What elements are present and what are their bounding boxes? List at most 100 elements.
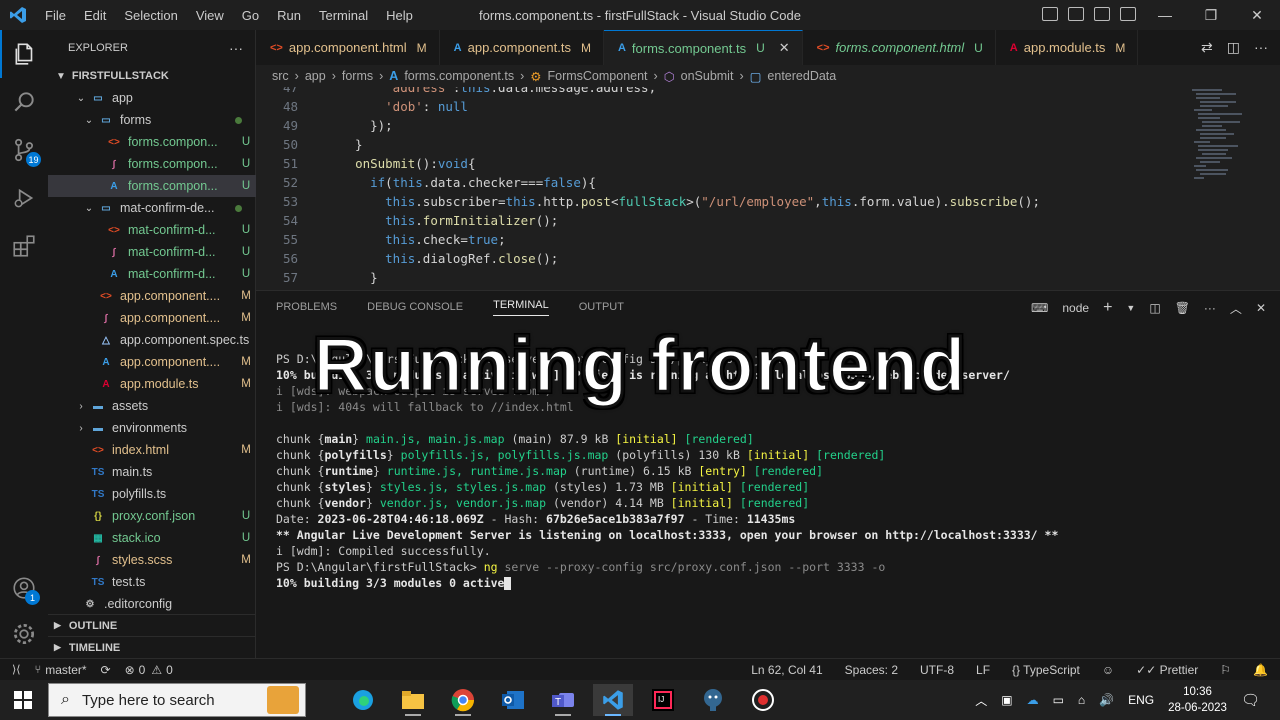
code-line[interactable]: onSubmit():void{ xyxy=(340,156,475,171)
onedrive-icon[interactable]: ☁ xyxy=(1027,693,1039,707)
notifications-icon[interactable]: 🗨 xyxy=(1241,691,1260,709)
code-line[interactable]: } xyxy=(340,270,378,285)
remote-icon[interactable]: ⟩⟨ xyxy=(12,663,21,676)
breadcrumb-item[interactable]: onSubmit xyxy=(681,69,734,83)
source-control-icon[interactable]: 19 xyxy=(0,126,48,174)
editor-tab[interactable]: <> app.component.html M xyxy=(256,30,440,65)
more-actions-icon[interactable]: ··· xyxy=(1254,39,1268,56)
file-tree-item[interactable]: ∫ app.component.... M xyxy=(48,307,256,329)
file-tree-item[interactable]: <> index.html M xyxy=(48,439,256,461)
breadcrumb-item[interactable]: FormsComponent xyxy=(547,69,647,83)
file-tree-item[interactable]: › ▬ environments xyxy=(48,417,256,439)
file-tree-item[interactable]: › ▬ assets xyxy=(48,395,256,417)
breadcrumb-item[interactable]: forms xyxy=(342,69,373,83)
file-tree-item[interactable]: ⌄ ▭ forms xyxy=(48,109,256,131)
minimize-icon[interactable]: — xyxy=(1142,7,1188,23)
trash-icon[interactable]: 🗑 xyxy=(1175,301,1190,315)
split-editor-icon[interactable]: ◫ xyxy=(1227,39,1240,56)
file-tree-item[interactable]: TS main.ts xyxy=(48,461,256,483)
code-line[interactable]: 'address':this.data.message.address, xyxy=(340,87,656,95)
outline-section[interactable]: ▶ OUTLINE xyxy=(48,614,256,636)
manage-gear-icon[interactable] xyxy=(0,610,48,658)
cursor-position[interactable]: Ln 62, Col 41 xyxy=(751,663,822,677)
tab-problems[interactable]: PROBLEMS xyxy=(276,301,337,313)
tab-debug-console[interactable]: DEBUG CONSOLE xyxy=(367,301,463,313)
extensions-icon[interactable] xyxy=(0,222,48,270)
breadcrumb-item[interactable]: enteredData xyxy=(767,69,836,83)
tray-app-icon[interactable]: ▣ xyxy=(1001,693,1012,707)
restore-icon[interactable]: ❐ xyxy=(1188,7,1234,24)
intellij-icon[interactable]: IJ xyxy=(643,684,683,716)
file-tree-item[interactable]: ⚙ .editorconfig xyxy=(48,593,256,615)
account-icon[interactable]: 1 xyxy=(0,564,48,612)
toggle-secondary-sidebar-icon[interactable] xyxy=(1094,7,1110,21)
indentation[interactable]: Spaces: 2 xyxy=(845,663,898,677)
clock[interactable]: 10:36 28-06-2023 xyxy=(1168,684,1227,716)
file-tree-item[interactable]: <> mat-confirm-d... U xyxy=(48,219,256,241)
close-window-icon[interactable]: ✕ xyxy=(1234,7,1280,24)
menu-run[interactable]: Run xyxy=(268,8,310,23)
maximize-panel-icon[interactable]: ︿ xyxy=(1230,300,1242,317)
file-tree-item[interactable]: ∫ forms.compon... U xyxy=(48,153,256,175)
file-tree-item[interactable]: ⌄ ▭ mat-confirm-de... xyxy=(48,197,256,219)
copilot-icon[interactable]: ☺ xyxy=(1102,663,1114,677)
menu-edit[interactable]: Edit xyxy=(75,8,115,23)
project-section-header[interactable]: ▼ FIRSTFULLSTACK xyxy=(48,65,255,87)
customize-layout-icon[interactable] xyxy=(1120,7,1136,21)
errors-count[interactable]: 0 xyxy=(139,663,146,677)
feedback-icon[interactable]: ⚐ xyxy=(1220,663,1231,677)
tab-output[interactable]: OUTPUT xyxy=(579,301,624,313)
split-terminal-icon[interactable]: ◫ xyxy=(1149,301,1160,315)
file-tree-item[interactable]: Aapp.component.... M xyxy=(48,351,256,373)
menu-file[interactable]: File xyxy=(36,8,75,23)
file-tree-item[interactable]: ▦ stack.ico U xyxy=(48,527,256,549)
toggle-sidebar-icon[interactable] xyxy=(1042,7,1058,21)
end-of-line[interactable]: LF xyxy=(976,663,990,677)
menu-help[interactable]: Help xyxy=(377,8,422,23)
run-debug-icon[interactable] xyxy=(0,174,48,222)
file-tree-item[interactable]: TS test.ts xyxy=(48,571,256,593)
volume-icon[interactable]: 🔊 xyxy=(1099,693,1114,707)
taskbar-search-box[interactable]: ⌕ Type here to search xyxy=(48,683,306,717)
breadcrumb-item[interactable]: src xyxy=(272,69,289,83)
file-tree-item[interactable]: Aapp.module.ts M xyxy=(48,373,256,395)
breadcrumb-item[interactable]: app xyxy=(305,69,326,83)
postgres-icon[interactable] xyxy=(693,684,733,716)
code-line[interactable]: }); xyxy=(340,118,393,133)
editor-tab[interactable]: Aapp.module.ts M xyxy=(996,30,1139,65)
chrome-icon[interactable] xyxy=(443,684,483,716)
file-explorer-icon[interactable] xyxy=(393,684,433,716)
battery-icon[interactable]: ▭ xyxy=(1053,693,1064,707)
editor-tab[interactable]: Aforms.component.ts U ✕ xyxy=(603,30,803,65)
prettier-status[interactable]: ✓✓ Prettier xyxy=(1136,663,1198,677)
file-tree-item[interactable]: Aforms.compon... U xyxy=(48,175,256,197)
shell-name[interactable]: node xyxy=(1062,301,1089,315)
minimap[interactable] xyxy=(1190,87,1268,197)
file-tree-item[interactable]: <> app.component.... M xyxy=(48,285,256,307)
code-line[interactable]: this.dialogRef.close(); xyxy=(340,251,558,266)
file-tree-item[interactable]: Amat-confirm-d... U xyxy=(48,263,256,285)
menu-go[interactable]: Go xyxy=(233,8,268,23)
sync-icon[interactable]: ⟳ xyxy=(101,663,111,677)
file-tree-item[interactable]: TS polyfills.ts xyxy=(48,483,256,505)
editor-tab[interactable]: <> forms.component.html U xyxy=(803,30,996,65)
encoding[interactable]: UTF-8 xyxy=(920,663,954,677)
timeline-section[interactable]: ▶ TIMELINE xyxy=(48,636,256,658)
bell-icon[interactable]: 🔔 xyxy=(1253,663,1268,677)
branch-name[interactable]: master* xyxy=(45,663,86,677)
code-line[interactable]: } xyxy=(340,137,363,152)
menu-terminal[interactable]: Terminal xyxy=(310,8,377,23)
language-mode[interactable]: {} TypeScript xyxy=(1012,663,1080,677)
code-line[interactable]: if(this.data.checker===false){ xyxy=(340,175,596,190)
windows-start-icon[interactable] xyxy=(14,691,32,709)
edge-browser-icon[interactable] xyxy=(343,684,383,716)
code-line[interactable]: this.formInitializer(); xyxy=(340,213,558,228)
file-tree-item[interactable]: {} proxy.conf.json U xyxy=(48,505,256,527)
warnings-count[interactable]: 0 xyxy=(166,663,173,677)
close-tab-icon[interactable]: ✕ xyxy=(779,40,790,56)
menu-selection[interactable]: Selection xyxy=(115,8,186,23)
explorer-more-icon[interactable]: ··· xyxy=(229,40,243,56)
tab-terminal[interactable]: TERMINAL xyxy=(493,299,549,316)
chevron-down-icon[interactable]: ▼ xyxy=(1126,303,1135,313)
new-terminal-icon[interactable]: + xyxy=(1103,299,1112,317)
